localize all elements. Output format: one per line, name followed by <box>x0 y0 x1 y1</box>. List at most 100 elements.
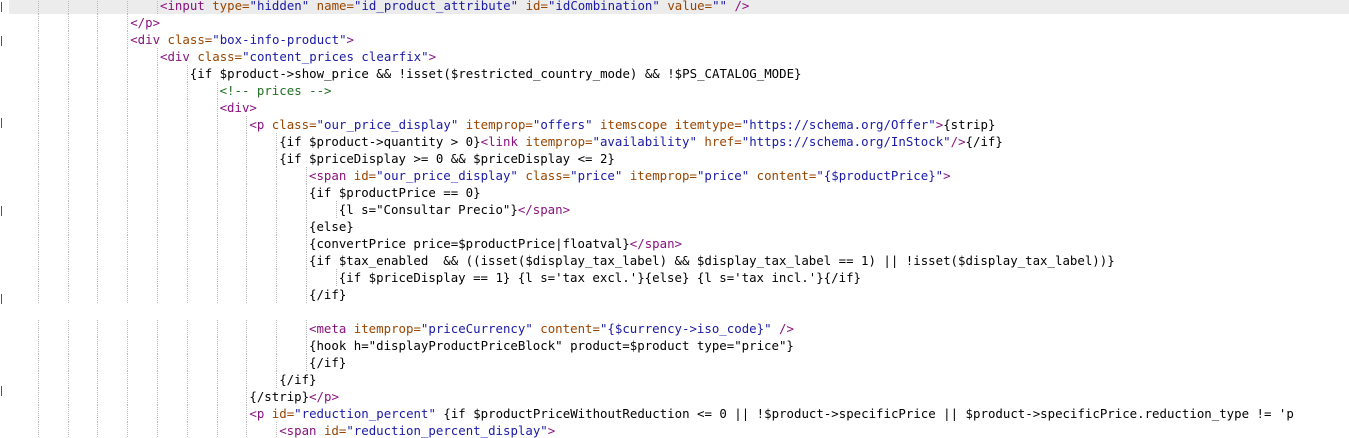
code-line[interactable]: {if $productPrice == 0} <box>9 184 1349 201</box>
indent-guide <box>157 0 158 14</box>
indent-guide <box>127 218 129 235</box>
indent-guide <box>276 218 278 235</box>
code-line[interactable]: {if $product->quantity > 0}<link itempro… <box>9 133 1349 150</box>
code-token: itemprop= <box>629 168 697 183</box>
code-content: {/if} <box>309 354 346 371</box>
code-line[interactable]: </p> <box>9 14 1349 31</box>
indent-guide <box>97 31 99 48</box>
indent-guide <box>186 388 188 405</box>
indent-guide <box>127 167 129 184</box>
indent-guide <box>186 286 188 303</box>
indent-guide <box>216 82 218 99</box>
code-token: itemprop= <box>353 321 421 336</box>
indent-guide <box>37 48 39 65</box>
indent-guide <box>157 99 158 116</box>
code-content: {/if} <box>279 371 316 388</box>
indent-guide <box>276 150 278 167</box>
indent-guide <box>127 405 129 422</box>
indent-guide <box>157 82 158 99</box>
indent-guide <box>157 150 158 167</box>
indent-guide <box>246 286 248 303</box>
code-line[interactable]: {hook h="displayProductPriceBlock" produ… <box>9 337 1349 354</box>
indent-guide <box>97 337 99 354</box>
indent-guide <box>67 65 69 82</box>
indent-guide <box>246 116 248 133</box>
code-token: {if $priceDisplay >= 0 && $priceDisplay … <box>279 151 615 166</box>
indent-guide <box>67 150 69 167</box>
indent-guide <box>37 167 39 184</box>
indent-guide <box>37 354 39 371</box>
code-line[interactable]: {else} <box>9 218 1349 235</box>
indent-guide <box>246 133 248 150</box>
code-line[interactable]: <meta itemprop="priceCurrency" content="… <box>9 320 1349 337</box>
indent-guide <box>216 422 218 438</box>
code-area[interactable]: <input type="hidden" name="id_product_at… <box>9 0 1349 438</box>
indent-guide <box>97 388 99 405</box>
indent-guide <box>306 235 307 252</box>
code-line[interactable] <box>9 303 1349 320</box>
code-token: <div> <box>219 100 257 115</box>
code-line[interactable]: {/strip}</p> <box>9 388 1349 405</box>
code-line[interactable]: <div class="box-info-product"> <box>9 31 1349 48</box>
code-line[interactable]: <div> <box>9 99 1349 116</box>
indent-guide <box>67 371 69 388</box>
code-token: content= <box>540 321 600 336</box>
code-line[interactable]: <p class="our_price_display" itemprop="o… <box>9 116 1349 133</box>
code-token: class= <box>271 117 317 132</box>
indent-guide <box>276 320 278 337</box>
indent-guide <box>246 218 248 235</box>
indent-guide <box>276 422 278 438</box>
code-line[interactable]: {if $priceDisplay >= 0 && $priceDisplay … <box>9 150 1349 167</box>
code-line[interactable]: {/if} <box>9 286 1349 303</box>
indent-guide <box>276 252 278 269</box>
indent-guide <box>186 167 188 184</box>
indent-guide <box>306 354 307 371</box>
indent-guide <box>246 388 248 405</box>
code-token: class= <box>525 168 571 183</box>
indent-guide <box>246 150 248 167</box>
indent-guide <box>276 286 278 303</box>
indent-guide <box>127 337 129 354</box>
indent-guide <box>157 405 158 422</box>
code-line[interactable]: {/if} <box>9 371 1349 388</box>
code-line[interactable]: {if $product->show_price && !isset($rest… <box>9 65 1349 82</box>
indent-guide <box>37 337 39 354</box>
code-token: <input <box>160 0 213 13</box>
indent-guide <box>97 167 99 184</box>
code-content: {if $product->quantity > 0}<link itempro… <box>279 133 1003 150</box>
code-line[interactable]: {/if} <box>9 354 1349 371</box>
indent-guide <box>67 405 69 422</box>
indent-guide <box>186 116 188 133</box>
indent-guide <box>216 388 218 405</box>
indent-guide <box>127 116 129 133</box>
code-line[interactable]: <p id="reduction_percent" {if $productPr… <box>9 405 1349 422</box>
code-token: {if $productPrice == 0} <box>309 185 481 200</box>
indent-guide <box>67 218 69 235</box>
code-token: class= <box>197 49 243 64</box>
code-token: {strip} <box>943 117 996 132</box>
indent-guide <box>335 201 337 218</box>
code-token: type= <box>212 0 250 13</box>
indent-guide <box>67 82 69 99</box>
code-content: <p class="our_price_display" itemprop="o… <box>249 116 995 133</box>
code-editor[interactable]: <input type="hidden" name="id_product_at… <box>0 0 1349 438</box>
code-line[interactable]: {l s="Consultar Precio"}</span> <box>9 201 1349 218</box>
indent-guide <box>157 320 158 337</box>
code-line[interactable]: {convertPrice price=$productPrice|floatv… <box>9 235 1349 252</box>
code-token: id= <box>323 423 347 438</box>
code-token: {if $product->quantity > 0} <box>279 134 481 149</box>
code-token: id= <box>525 0 548 13</box>
code-line[interactable]: <div class="content_prices clearfix"> <box>9 48 1349 65</box>
code-line[interactable]: {if $tax_enabled && ((isset($display_tax… <box>9 252 1349 269</box>
indent-guide <box>37 31 39 48</box>
code-line[interactable]: <input type="hidden" name="id_product_at… <box>9 0 1349 14</box>
code-token: "priceCurrency" <box>420 321 541 336</box>
indent-guide <box>186 252 188 269</box>
code-line[interactable]: {if $priceDisplay == 1} {l s='tax excl.'… <box>9 269 1349 286</box>
indent-guide <box>97 201 99 218</box>
indent-guide <box>216 371 218 388</box>
code-line[interactable]: <span id="our_price_display" class="pric… <box>9 167 1349 184</box>
code-line[interactable]: <span id="reduction_percent_display"> <box>9 422 1349 438</box>
indent-guide <box>306 184 307 201</box>
code-line[interactable]: <!-- prices --> <box>9 82 1349 99</box>
